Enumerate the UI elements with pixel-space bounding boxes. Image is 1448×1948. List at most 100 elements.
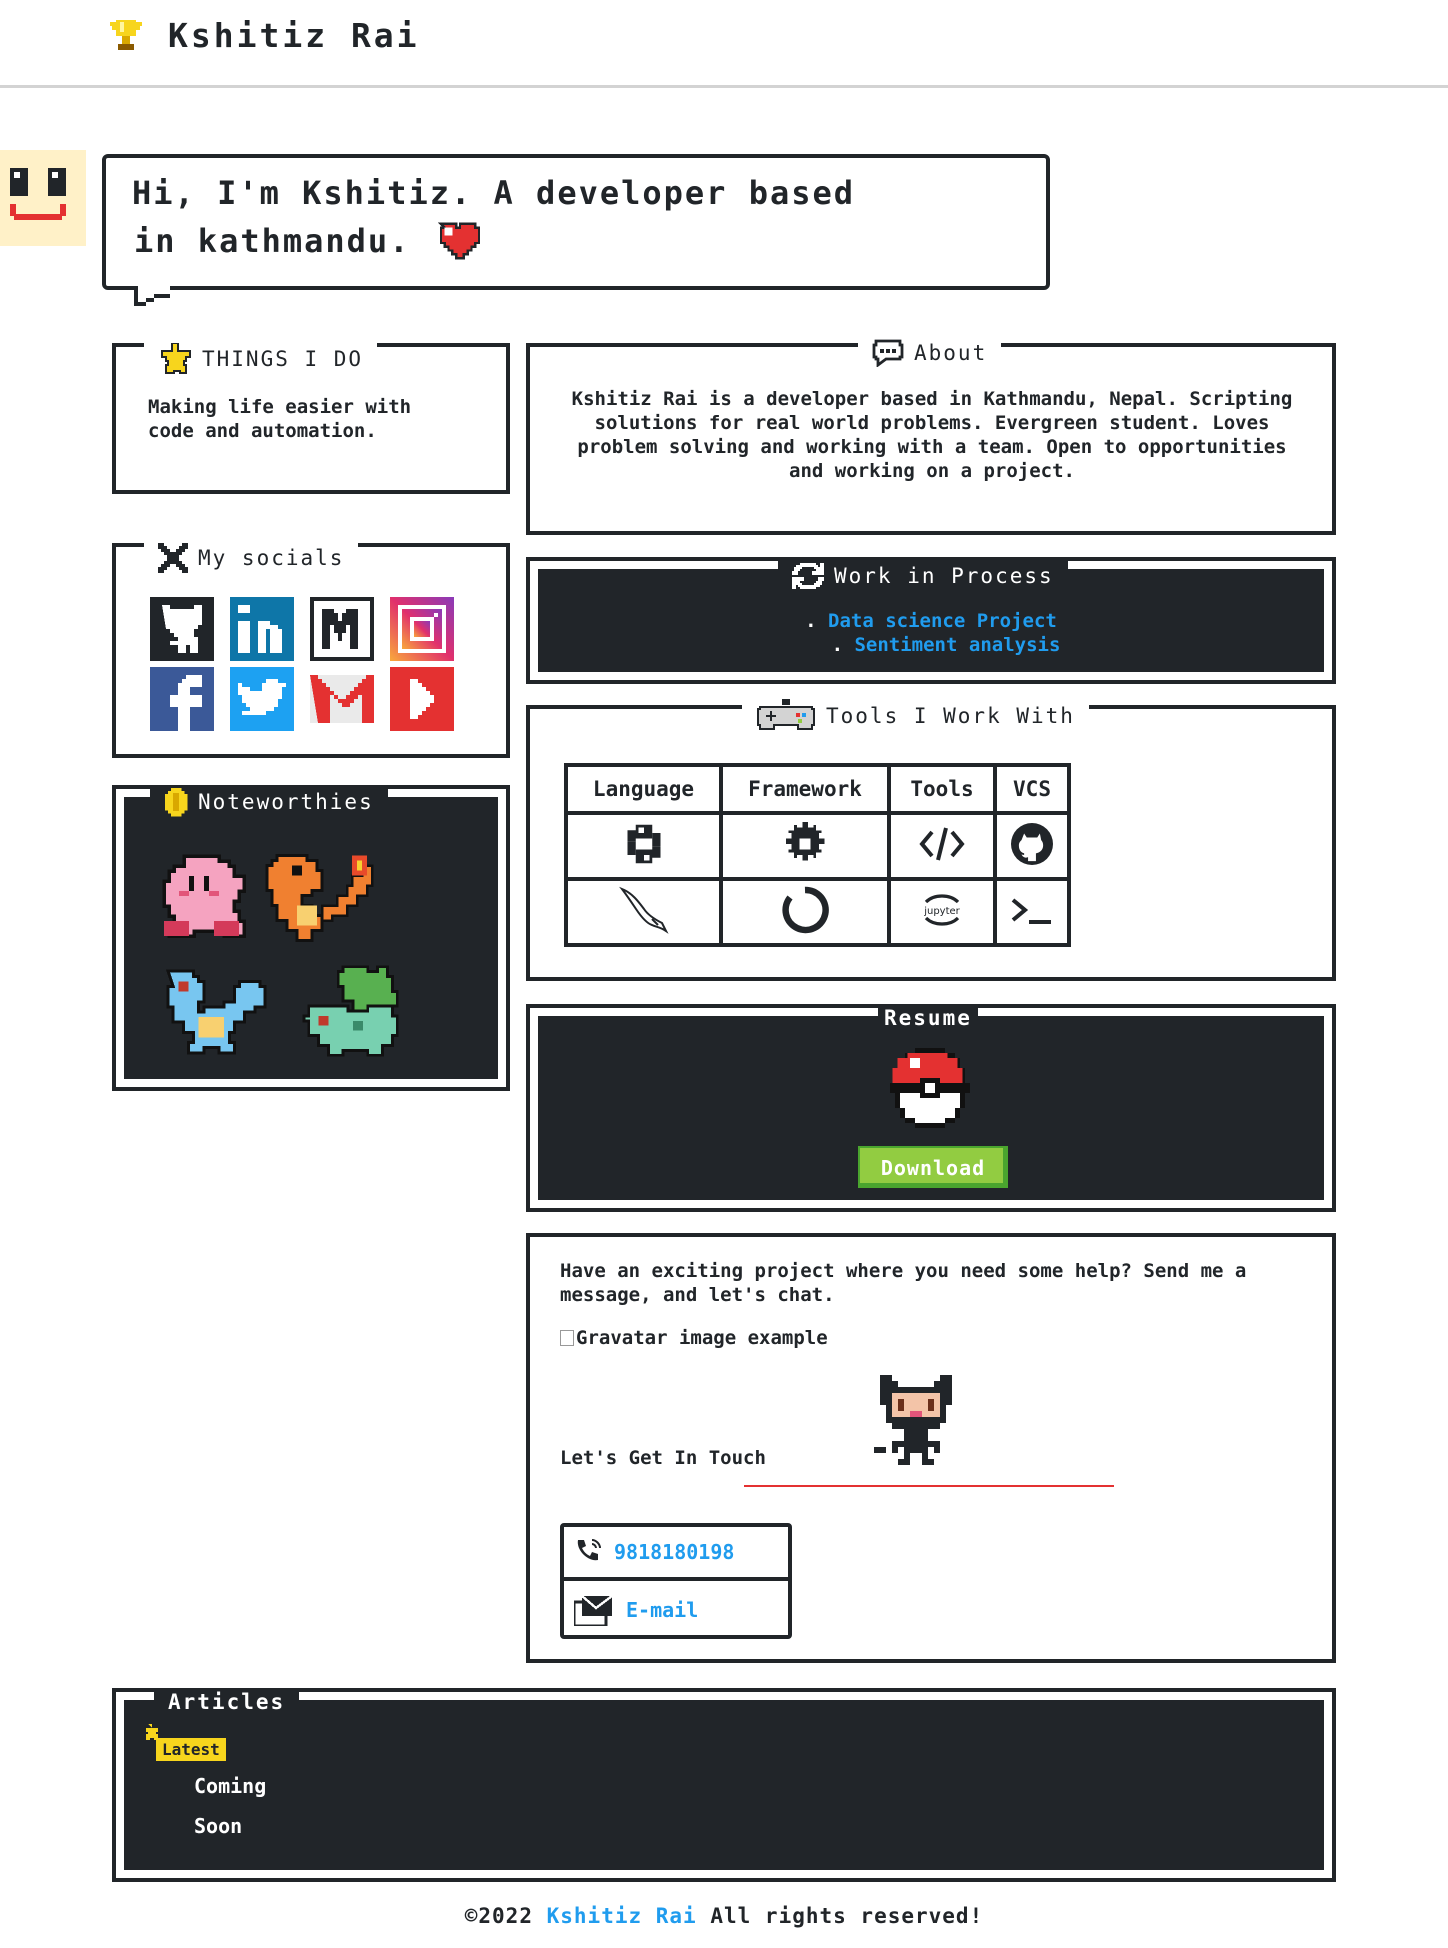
jupyter-label: jupyter [923, 906, 960, 917]
star-icon [161, 343, 191, 374]
youtube-social-icon[interactable] [390, 667, 454, 731]
tools-header-language: Language [564, 763, 723, 815]
tools-header-row: Language Framework Tools VCS [564, 763, 1071, 815]
greeting-line-2: in kathmandu. [134, 220, 484, 262]
tools-cell [719, 811, 891, 881]
x-close-icon [158, 543, 188, 573]
socials-title: My socials [144, 543, 359, 573]
sync-icon [792, 563, 824, 589]
tools-cell [993, 877, 1071, 947]
gravatar-alt-text: Gravatar image example [576, 1327, 828, 1349]
bulbasaur-sprite [302, 965, 399, 1057]
tools-header-tools: Tools [887, 763, 997, 815]
red-divider [744, 1485, 1114, 1487]
footer: ©2022 Kshitiz Rai All rights reserved! [0, 1904, 1448, 1928]
broken-image-icon [560, 1330, 574, 1346]
terminal-icon [1011, 898, 1051, 924]
work-in-process-container: Work in Process . Data science Project .… [526, 557, 1336, 684]
email-link[interactable]: E-mail [626, 1598, 698, 1622]
pokeball-icon [890, 1048, 970, 1128]
gmail-social-icon[interactable] [310, 667, 374, 731]
noteworthies-title: Noteworthies [150, 787, 388, 817]
about-title-text: About [914, 341, 988, 365]
heart-icon [438, 222, 481, 260]
contact-container: Have an exciting project where you need … [526, 1233, 1336, 1663]
email-row[interactable]: E-mail [564, 1585, 788, 1635]
things-i-do-container: THINGS I DO Making life easier with code… [112, 343, 510, 494]
tools-cell [993, 811, 1071, 881]
footer-prefix: ©2022 [464, 1904, 533, 1928]
tools-row-1 [564, 811, 1071, 881]
tools-title-text: Tools I Work With [826, 704, 1075, 728]
noteworthies-container: Noteworthies [112, 785, 510, 1091]
footer-suffix: All rights reserved! [710, 1904, 984, 1928]
coin-icon [164, 787, 188, 817]
tools-row-2: jupyter [564, 877, 1071, 947]
articles-title: Articles [154, 1690, 300, 1714]
site-title-link[interactable]: Kshitiz Rai [168, 16, 420, 55]
greeting-balloon: Hi, I'm Kshitiz. A developer based in ka… [102, 154, 1050, 306]
gear-icon [785, 822, 825, 861]
mysql-dolphin-icon [618, 886, 669, 934]
download-button[interactable]: Download [858, 1146, 1008, 1188]
python-icon [627, 824, 660, 864]
things-i-do-title-text: THINGS I DO [202, 347, 364, 371]
phone-row[interactable]: 9818180198 [564, 1527, 788, 1581]
greeting-line-1: Hi, I'm Kshitiz. A developer based [132, 174, 856, 212]
instagram-social-icon[interactable] [390, 597, 454, 661]
linkedin-social-icon[interactable] [230, 597, 294, 661]
get-in-touch-text: Let's Get In Touch [560, 1447, 766, 1469]
about-container: About Kshitiz Rai is a developer based i… [526, 339, 1336, 535]
gamepad-icon [757, 699, 815, 730]
things-i-do-title: THINGS I DO [144, 343, 378, 375]
tools-cell [564, 811, 723, 881]
gravatar-image: Gravatar image example [560, 1327, 828, 1349]
kirby-sprite [162, 854, 246, 938]
socials-container: My socials [112, 543, 510, 758]
about-text: Kshitiz Rai is a developer based in Kath… [571, 388, 1293, 482]
contact-text: Have an exciting project where you need … [560, 1260, 1247, 1306]
tools-header-framework: Framework [719, 763, 891, 815]
tools-header-vcs: VCS [993, 763, 1071, 815]
tools-cell [719, 877, 891, 947]
social-icons-grid [150, 597, 460, 737]
resume-container: Resume Download [526, 1004, 1336, 1212]
latest-badge: Latest [156, 1738, 226, 1761]
smiley-avatar [0, 150, 86, 246]
noteworthies-title-text: Noteworthies [198, 790, 374, 814]
circle-icon [782, 886, 829, 934]
work-title: Work in Process [778, 561, 1068, 591]
trophy-icon [110, 20, 142, 50]
tools-title: Tools I Work With [742, 699, 1089, 733]
work-item-1[interactable]: . Data science Project [538, 609, 1324, 633]
squirtle-sprite [165, 969, 267, 1055]
github-social-icon[interactable] [150, 597, 214, 661]
jupyter-icon: jupyter [923, 894, 961, 926]
tools-table: Language Framework Tools VCS jupyter [564, 763, 1071, 947]
medium-social-icon[interactable] [310, 597, 374, 661]
things-i-do-text: Making life easier with code and automat… [148, 396, 412, 442]
footer-name-link[interactable]: Kshitiz Rai [547, 1904, 697, 1928]
code-icon [919, 827, 965, 861]
work-item-2[interactable]: . Sentiment analysis [538, 633, 1324, 657]
articles-line-2: Soon [194, 1814, 243, 1838]
contact-list: 9818180198 E-mail [560, 1523, 792, 1639]
github-icon [1011, 823, 1053, 865]
facebook-social-icon[interactable] [150, 667, 214, 731]
twitter-social-icon[interactable] [230, 667, 294, 731]
work-title-text: Work in Process [834, 564, 1054, 588]
greeting-line-2-text: in kathmandu. [134, 222, 411, 260]
socials-title-text: My socials [198, 546, 345, 570]
envelope-icon [574, 1595, 613, 1626]
tools-cell: jupyter [887, 877, 997, 947]
header: Kshitiz Rai [0, 0, 1448, 88]
tools-cell [887, 811, 997, 881]
resume-title: Resume [878, 1006, 978, 1030]
charmander-sprite [265, 854, 374, 942]
phone-icon [577, 1539, 601, 1561]
phone-link[interactable]: 9818180198 [614, 1540, 734, 1564]
about-title: About [858, 339, 1002, 367]
work-list: . Data science Project . Sentiment analy… [538, 609, 1324, 657]
balloon-tail [134, 286, 170, 306]
chat-icon [872, 339, 904, 367]
